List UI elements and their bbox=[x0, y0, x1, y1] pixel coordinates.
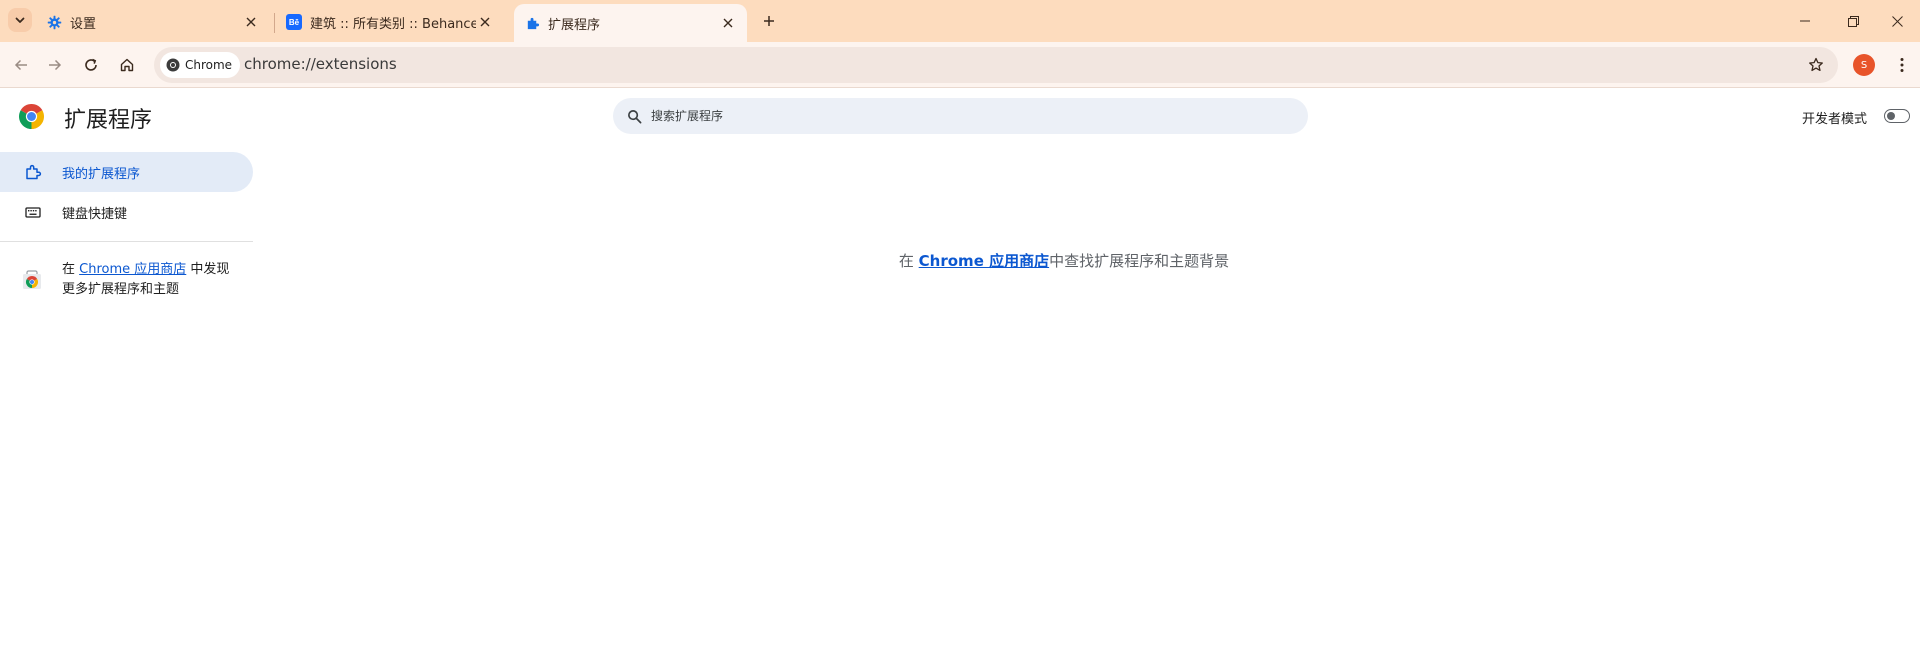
tab-close-button[interactable] bbox=[242, 13, 260, 31]
dev-mode-toggle[interactable] bbox=[1884, 109, 1910, 123]
tab-behance[interactable]: Bē 建筑 :: 所有类别 :: Behance bbox=[276, 6, 504, 38]
extensions-icon bbox=[22, 161, 44, 183]
reload-icon bbox=[85, 58, 97, 71]
chevron-down-icon bbox=[14, 11, 26, 30]
back-button[interactable] bbox=[6, 50, 36, 80]
close-icon bbox=[1891, 15, 1903, 27]
address-bar[interactable]: Chrome chrome://extensions bbox=[154, 47, 1838, 83]
sidebar-divider bbox=[0, 241, 253, 242]
plus-icon bbox=[764, 16, 774, 26]
search-input[interactable] bbox=[649, 108, 1249, 124]
tab-title: 设置 bbox=[70, 16, 97, 32]
restore-icon bbox=[1847, 15, 1859, 27]
restore-button[interactable] bbox=[1830, 0, 1876, 42]
site-info-chip[interactable]: Chrome bbox=[160, 52, 241, 78]
home-button[interactable] bbox=[112, 50, 142, 80]
behance-icon: Bē bbox=[286, 14, 302, 30]
tab-close-button[interactable] bbox=[719, 14, 737, 32]
webstore-link-main[interactable]: Chrome 应用商店 bbox=[919, 252, 1049, 270]
sidebar-item-keyboard-shortcuts[interactable]: 键盘快捷键 bbox=[0, 192, 253, 232]
close-icon bbox=[246, 17, 256, 27]
sidebar-item-label: 键盘快捷键 bbox=[62, 206, 128, 222]
star-icon bbox=[1809, 57, 1823, 72]
search-icon bbox=[625, 107, 643, 125]
sidebar-item-label: 我的扩展程序 bbox=[62, 166, 141, 182]
close-icon bbox=[723, 18, 733, 28]
page-title: 扩展程序 bbox=[64, 108, 153, 133]
minimize-icon bbox=[1800, 20, 1810, 22]
gear-icon bbox=[46, 14, 62, 30]
webstore-icon bbox=[22, 270, 42, 290]
tab-search-button[interactable] bbox=[8, 8, 32, 32]
toolbar: Chrome chrome://extensions S bbox=[0, 42, 1920, 88]
close-window-button[interactable] bbox=[1874, 0, 1920, 42]
tab-strip: 设置 Bē 建筑 :: 所有类别 :: Behance 扩展程序 bbox=[0, 0, 1920, 42]
home-icon bbox=[120, 58, 134, 72]
arrow-right-icon bbox=[49, 59, 62, 71]
extensions-search[interactable] bbox=[613, 98, 1308, 134]
arrow-left-icon bbox=[14, 59, 27, 71]
empty-prefix: 在 bbox=[898, 252, 919, 270]
tab-close-button[interactable] bbox=[476, 13, 494, 31]
url-text[interactable]: chrome://extensions bbox=[244, 55, 397, 73]
tab-title: 扩展程序 bbox=[548, 17, 601, 33]
bookmark-button[interactable] bbox=[1804, 53, 1828, 77]
reload-button[interactable] bbox=[76, 50, 106, 80]
close-icon bbox=[480, 17, 490, 27]
more-vertical-icon bbox=[1900, 58, 1904, 72]
empty-state-message: 在 Chrome 应用商店中查找扩展程序和主题背景 bbox=[0, 250, 1920, 271]
puzzle-icon bbox=[524, 15, 540, 31]
forward-button[interactable] bbox=[40, 50, 70, 80]
sidebar-item-my-extensions[interactable]: 我的扩展程序 bbox=[0, 152, 253, 192]
minimize-button[interactable] bbox=[1782, 0, 1828, 42]
chrome-menu-button[interactable] bbox=[1892, 52, 1912, 78]
tab-separator bbox=[274, 13, 275, 33]
toggle-knob bbox=[1887, 111, 1895, 120]
tab-extensions[interactable]: 扩展程序 bbox=[514, 4, 747, 42]
keyboard-icon bbox=[22, 201, 44, 223]
empty-suffix: 中查找扩展程序和主题背景 bbox=[1049, 252, 1230, 270]
tab-title: 建筑 :: 所有类别 :: Behance bbox=[310, 16, 476, 32]
site-chip-label: Chrome bbox=[185, 58, 233, 72]
tab-settings[interactable]: 设置 bbox=[36, 6, 270, 38]
profile-avatar[interactable]: S bbox=[1853, 54, 1875, 76]
chrome-logo-icon bbox=[19, 104, 44, 129]
chrome-icon bbox=[166, 58, 180, 72]
new-tab-button[interactable] bbox=[757, 9, 781, 33]
dev-mode-label: 开发者模式 bbox=[1802, 112, 1868, 127]
